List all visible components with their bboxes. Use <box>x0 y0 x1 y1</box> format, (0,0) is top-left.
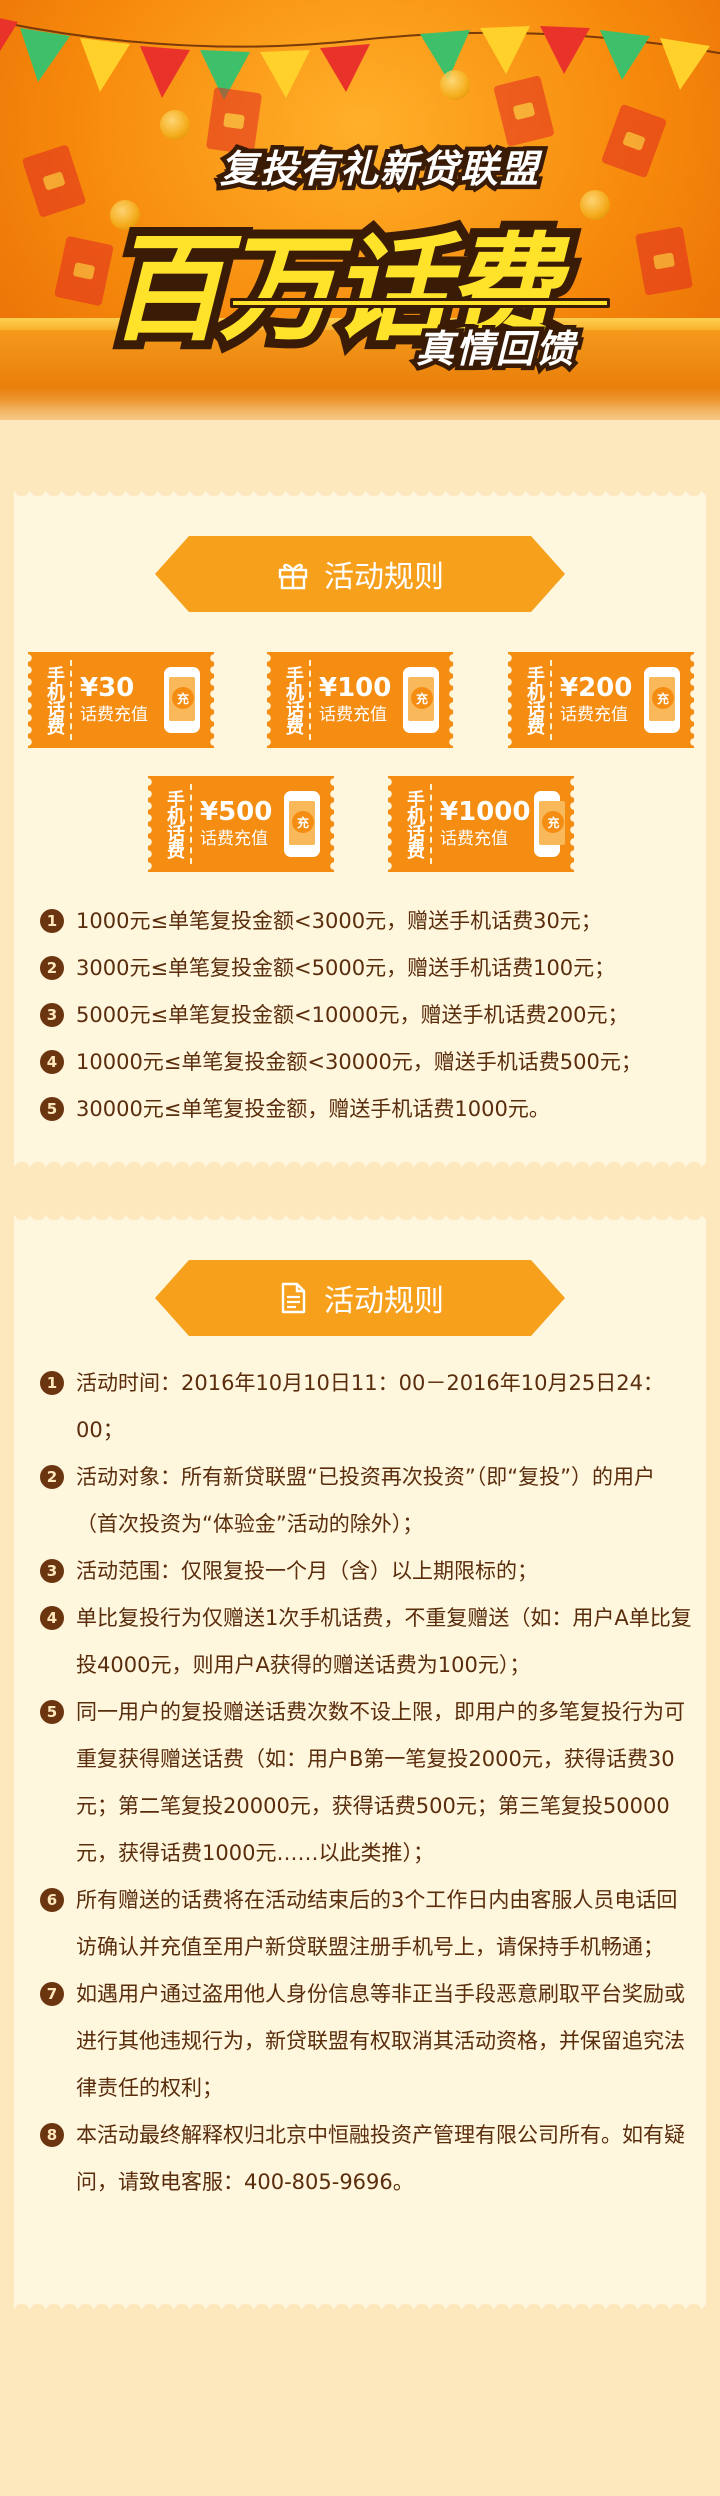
red-envelope-decoration <box>634 226 694 296</box>
voucher-desc: 话费充值 <box>440 829 508 849</box>
number-badge: 7 <box>40 1982 64 2006</box>
reward-tiers-list: 1 1000元≤单笔复投金额<3000元，赠送手机话费30元； 2 3000元≤单笔… <box>40 898 690 1133</box>
number-badge: 2 <box>40 1465 64 1489</box>
recharge-badge: 充 <box>542 811 565 833</box>
list-item: 7 如遇用户通过盗用他人身份信息等非正当手段恶意刷取平台奖励或进行其他违规行为，新… <box>40 1971 692 2112</box>
list-item: 5 同一用户的复投赠送话费次数不设上限，即用户的多笔复投行为可重复获得赠送话费（如… <box>40 1689 692 1877</box>
gold-coin-decoration <box>580 190 610 220</box>
list-item: 4 单比复投行为仅赠送1次手机话费，不重复赠送（如：用户A单比复投4000元，则用… <box>40 1595 692 1689</box>
voucher-amount: ¥100 <box>319 673 392 703</box>
rule-text: 单比复投行为仅赠送1次手机话费，不重复赠送（如：用户A单比复投4000元，则用户… <box>76 1606 692 1677</box>
rule-text: 3000元≤单笔复投金额<5000元，赠送手机话费100元； <box>76 956 616 980</box>
section-title: 活动规则 <box>324 560 444 595</box>
list-item: 1 活动时间：2016年10月10日11：00－2016年10月25日24：00； <box>40 1360 692 1454</box>
gold-coin-decoration <box>160 110 190 140</box>
hero-subtitle: 复投有礼新贷联盟 <box>215 143 542 196</box>
phone-icon: 充 <box>644 667 680 733</box>
list-item: 5 30000元≤单笔复投金额，赠送手机话费1000元。 <box>40 1086 690 1133</box>
rule-text: 5000元≤单笔复投金额<10000元，赠送手机话费200元； <box>76 1003 629 1027</box>
recharge-badge: 充 <box>411 687 433 709</box>
hero-underline <box>230 298 610 308</box>
voucher-side-label: 手机话费 <box>518 660 552 740</box>
rule-text: 活动范围：仅限复投一个月（含）以上期限标的； <box>76 1559 538 1583</box>
list-item: 2 活动对象：所有新贷联盟“已投资再次投资”（即“复投”）的用户（首次投资为“体验… <box>40 1454 692 1548</box>
section-header-ribbon: 活动规则 <box>155 1260 565 1336</box>
voucher-side-label: 手机话费 <box>277 660 311 740</box>
phone-icon: 充 <box>284 791 320 857</box>
rule-text: 10000元≤单笔复投金额<30000元，赠送手机话费500元； <box>76 1050 642 1074</box>
voucher-500: 手机话费 ¥500 话费充值 充 <box>144 776 338 872</box>
voucher-side-label: 手机话费 <box>158 784 192 864</box>
voucher-desc: 话费充值 <box>319 705 387 725</box>
section-title: 活动规则 <box>324 1284 444 1319</box>
rule-text: 所有赠送的话费将在活动结束后的3个工作日内由客服人员电话回访确认并充值至用户新贷… <box>76 1888 678 1959</box>
number-badge: 8 <box>40 2123 64 2147</box>
rule-text: 本活动最终解释权归北京中恒融投资产管理有限公司所有。如有疑问，请致电客服：400… <box>76 2123 685 2194</box>
phone-icon: 充 <box>534 791 565 857</box>
voucher-amount: ¥200 <box>560 673 633 703</box>
voucher-30: 手机话费 ¥30 话费充值 充 <box>24 652 218 748</box>
number-badge: 1 <box>40 1371 64 1395</box>
voucher-1000: 手机话费 ¥1000 话费充值 充 <box>384 776 578 872</box>
hero-banner: 复投有礼新贷联盟 百万话费 真情回馈 <box>0 0 720 420</box>
rule-text: 1000元≤单笔复投金额<3000元，赠送手机话费30元； <box>76 909 602 933</box>
list-item: 4 10000元≤单笔复投金额<30000元，赠送手机话费500元； <box>40 1039 690 1086</box>
rewards-panel: 活动规则 手机话费 ¥30 话费充值 充 手机话费 ¥100 话费充值 充 手机… <box>14 488 706 1170</box>
rule-text: 活动时间：2016年10月10日11：00－2016年10月25日24：00； <box>76 1371 664 1442</box>
recharge-badge: 充 <box>652 687 674 709</box>
hero-tagline: 真情回馈 <box>411 323 578 376</box>
activity-rules-list: 1 活动时间：2016年10月10日11：00－2016年10月25日24：00；… <box>40 1360 692 2206</box>
voucher-amount: ¥1000 <box>440 797 531 827</box>
voucher-amount: ¥30 <box>80 673 135 703</box>
voucher-200: 手机话费 ¥200 话费充值 充 <box>504 652 698 748</box>
list-item: 3 5000元≤单笔复投金额<10000元，赠送手机话费200元； <box>40 992 690 1039</box>
number-badge: 5 <box>40 1097 64 1121</box>
red-envelope-decoration <box>21 144 87 218</box>
rule-text: 30000元≤单笔复投金额，赠送手机话费1000元。 <box>76 1097 550 1121</box>
bunting-flags-decoration <box>0 18 720 100</box>
voucher-desc: 话费充值 <box>200 829 268 849</box>
red-envelope-decoration <box>54 235 114 307</box>
list-item: 8 本活动最终解释权归北京中恒融投资产管理有限公司所有。如有疑问，请致电客服：40… <box>40 2112 692 2206</box>
list-item: 3 活动范围：仅限复投一个月（含）以上期限标的； <box>40 1548 692 1595</box>
number-badge: 3 <box>40 1003 64 1027</box>
section-header-ribbon: 活动规则 <box>155 536 565 612</box>
voucher-side-label: 手机话费 <box>38 660 72 740</box>
voucher-desc: 话费充值 <box>80 705 148 725</box>
rule-text: 活动对象：所有新贷联盟“已投资再次投资”（即“复投”）的用户（首次投资为“体验金… <box>76 1465 656 1536</box>
number-badge: 4 <box>40 1606 64 1630</box>
hero-fade <box>0 400 720 460</box>
gold-coin-decoration <box>440 70 470 100</box>
recharge-badge: 充 <box>172 687 194 709</box>
rule-text: 如遇用户通过盗用他人身份信息等非正当手段恶意刷取平台奖励或进行其他违规行为，新贷… <box>76 1982 685 2100</box>
document-icon <box>281 1282 306 1314</box>
list-item: 1 1000元≤单笔复投金额<3000元，赠送手机话费30元； <box>40 898 690 945</box>
number-badge: 5 <box>40 1700 64 1724</box>
gift-icon <box>278 563 308 590</box>
list-item: 6 所有赠送的话费将在活动结束后的3个工作日内由客服人员电话回访确认并充值至用户新… <box>40 1877 692 1971</box>
phone-icon: 充 <box>403 667 439 733</box>
number-badge: 1 <box>40 909 64 933</box>
number-badge: 4 <box>40 1050 64 1074</box>
number-badge: 3 <box>40 1559 64 1583</box>
phone-icon: 充 <box>164 667 200 733</box>
voucher-100: 手机话费 ¥100 话费充值 充 <box>263 652 457 748</box>
activity-rules-panel: 活动规则 1 活动时间：2016年10月10日11：00－2016年10月25日2… <box>14 1212 706 2312</box>
red-envelope-decoration <box>600 103 668 179</box>
recharge-badge: 充 <box>292 811 314 833</box>
voucher-side-label: 手机话费 <box>398 784 432 864</box>
rule-text: 同一用户的复投赠送话费次数不设上限，即用户的多笔复投行为可重复获得赠送话费（如：… <box>76 1700 685 1865</box>
voucher-desc: 话费充值 <box>560 705 628 725</box>
list-item: 2 3000元≤单笔复投金额<5000元，赠送手机话费100元； <box>40 945 690 992</box>
voucher-amount: ¥500 <box>200 797 273 827</box>
number-badge: 2 <box>40 956 64 980</box>
number-badge: 6 <box>40 1888 64 1912</box>
